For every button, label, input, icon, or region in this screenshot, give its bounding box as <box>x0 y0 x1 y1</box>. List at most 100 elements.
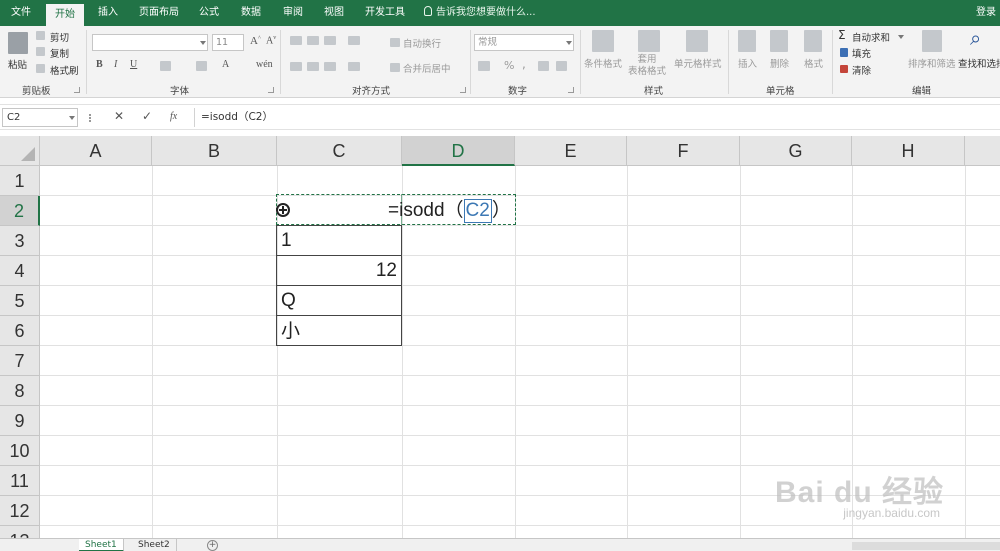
row-header-10[interactable]: 10 <box>0 436 40 466</box>
border-icon[interactable] <box>160 61 171 71</box>
add-sheet-icon[interactable]: + <box>207 540 218 551</box>
font-size-box[interactable]: 11 <box>212 34 244 51</box>
percent-button[interactable]: % <box>504 59 514 72</box>
formula-input[interactable]: =isodd（C2） <box>194 108 1000 127</box>
comma-button[interactable]: , <box>522 57 526 71</box>
horizontal-scrollbar[interactable] <box>852 542 1000 550</box>
column-header-b[interactable]: B <box>152 136 277 166</box>
font-launcher[interactable] <box>268 87 274 93</box>
row-header-6[interactable]: 6 <box>0 316 40 346</box>
row-header-11[interactable]: 11 <box>0 466 40 496</box>
grow-font-icon[interactable]: A^ <box>250 35 261 47</box>
align-center-icon[interactable] <box>307 62 319 71</box>
alignment-group-label: 对齐方式 <box>352 86 391 97</box>
fill-button[interactable]: 填充 <box>852 46 871 60</box>
clear-button[interactable]: 清除 <box>852 63 871 77</box>
decrease-decimal-icon[interactable] <box>556 61 567 71</box>
currency-icon[interactable] <box>478 61 490 71</box>
chevron-down-icon <box>566 41 572 45</box>
paste-icon[interactable] <box>8 32 28 54</box>
font-name-box[interactable] <box>92 34 208 51</box>
column-header-i[interactable] <box>965 136 1000 166</box>
merge-center-button[interactable]: 合并后居中 <box>403 61 451 75</box>
column-header-g[interactable]: G <box>740 136 852 166</box>
column-header-e[interactable]: E <box>515 136 627 166</box>
paste-button[interactable]: 粘贴 <box>8 57 27 71</box>
number-format-box[interactable]: 常规 <box>474 34 574 51</box>
format-as-table-button[interactable]: 套用 表格格式 <box>628 54 666 78</box>
enter-icon[interactable]: ✓ <box>142 109 152 123</box>
cell-styles-button[interactable]: 单元格样式 <box>674 56 722 70</box>
cell-d2[interactable]: =isodd（ C2） <box>388 196 511 226</box>
login-link[interactable]: 登录 <box>976 0 996 26</box>
align-middle-icon[interactable] <box>307 36 319 45</box>
autosum-button[interactable]: 自动求和 <box>852 30 890 44</box>
row-header-1[interactable]: 1 <box>0 166 40 196</box>
italic-button[interactable]: I <box>114 59 117 70</box>
row-header-4[interactable]: 4 <box>0 256 40 286</box>
tab-developer[interactable]: 开发工具 <box>356 0 414 26</box>
bold-button[interactable]: B <box>96 59 103 70</box>
tab-home[interactable]: 开始 <box>46 4 84 26</box>
align-left-icon[interactable] <box>290 62 302 71</box>
copy-button[interactable]: 复制 <box>50 46 69 60</box>
eraser-icon <box>840 65 848 73</box>
tab-review[interactable]: 审阅 <box>274 0 312 26</box>
row-header-7[interactable]: 7 <box>0 346 40 376</box>
align-bottom-icon[interactable] <box>324 36 336 45</box>
sort-filter-button[interactable]: 排序和筛选 <box>908 56 956 70</box>
cell-c6[interactable]: 小 <box>281 316 300 346</box>
gridline <box>40 195 1000 196</box>
cell-c5[interactable]: Q <box>281 286 296 316</box>
cut-button[interactable]: 剪切 <box>50 30 69 44</box>
row-header-12[interactable]: 12 <box>0 496 40 526</box>
column-header-h[interactable]: H <box>852 136 965 166</box>
column-header-c[interactable]: C <box>277 136 402 166</box>
phonetic-icon[interactable]: wén <box>256 59 273 70</box>
row-header-8[interactable]: 8 <box>0 376 40 406</box>
alignment-launcher[interactable] <box>460 87 466 93</box>
format-cells-button[interactable]: 格式 <box>804 56 823 70</box>
row-header-5[interactable]: 5 <box>0 286 40 316</box>
cell-c3[interactable]: 1 <box>281 226 292 256</box>
cancel-icon[interactable]: ✕ <box>114 109 124 123</box>
increase-decimal-icon[interactable] <box>538 61 549 71</box>
align-right-icon[interactable] <box>324 62 336 71</box>
sheet-tab-sheet1[interactable]: Sheet1 <box>79 539 124 551</box>
column-header-d[interactable]: D <box>402 136 515 166</box>
row-header-2[interactable]: 2 <box>0 196 40 226</box>
indent-icon[interactable] <box>348 62 360 71</box>
name-box[interactable]: C2 <box>2 108 78 127</box>
find-select-button[interactable]: 查找和选择 <box>958 56 1000 70</box>
format-painter-icon <box>36 64 45 73</box>
orientation-icon[interactable] <box>348 36 360 45</box>
tell-me-box[interactable]: 告诉我您想要做什么... <box>424 0 536 26</box>
underline-button[interactable]: U <box>130 59 137 70</box>
tab-view[interactable]: 视图 <box>315 0 353 26</box>
insert-cells-button[interactable]: 插入 <box>738 56 757 70</box>
tab-file[interactable]: 文件 <box>2 0 40 26</box>
font-color-icon[interactable]: A <box>222 59 229 70</box>
row-header-9[interactable]: 9 <box>0 406 40 436</box>
wrap-text-button[interactable]: 自动换行 <box>403 36 441 50</box>
fill-color-icon[interactable] <box>196 61 207 71</box>
cell-c4[interactable]: 12 <box>281 256 397 286</box>
column-header-a[interactable]: A <box>40 136 152 166</box>
select-all-button[interactable] <box>0 136 40 166</box>
sheet-tab-sheet2[interactable]: Sheet2 <box>132 539 177 551</box>
delete-cells-button[interactable]: 删除 <box>770 56 789 70</box>
tab-page-layout[interactable]: 页面布局 <box>130 0 188 26</box>
tab-formulas[interactable]: 公式 <box>190 0 228 26</box>
clipboard-launcher[interactable] <box>74 87 80 93</box>
formula-reference: C2 <box>463 199 492 223</box>
number-launcher[interactable] <box>568 87 574 93</box>
format-painter-button[interactable]: 格式刷 <box>50 63 79 77</box>
tab-data[interactable]: 数据 <box>232 0 270 26</box>
column-header-f[interactable]: F <box>627 136 740 166</box>
align-top-icon[interactable] <box>290 36 302 45</box>
conditional-format-button[interactable]: 条件格式 <box>584 56 622 70</box>
insert-function-icon[interactable]: fx <box>170 111 177 122</box>
shrink-font-icon[interactable]: Av <box>266 35 276 46</box>
row-header-3[interactable]: 3 <box>0 226 40 256</box>
tab-insert[interactable]: 插入 <box>89 0 127 26</box>
